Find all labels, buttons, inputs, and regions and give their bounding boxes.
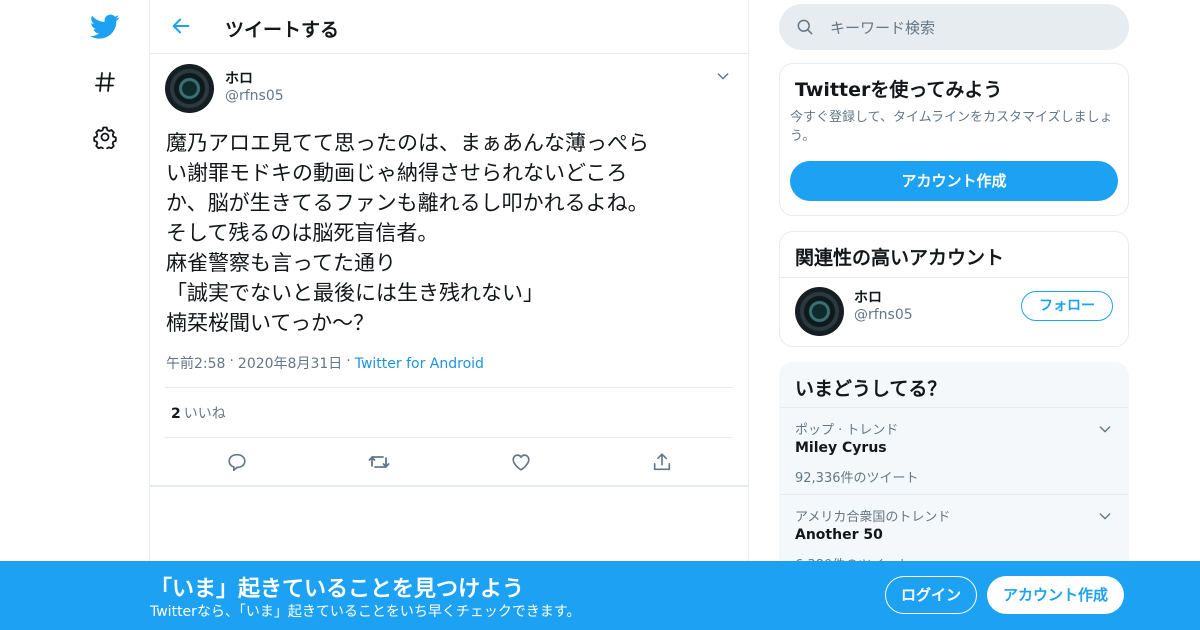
trend-count: 92,336件のツイート [795, 471, 919, 486]
tweet-meta: 午前2:58 · 2020年8月31日 · Twitter for Android [166, 353, 484, 372]
related-account-handle[interactable]: @rfns05 [854, 307, 913, 323]
tweet-actions [150, 438, 748, 486]
author-name[interactable]: ホロ [225, 68, 253, 88]
trend-context: ポップ · トレンド [795, 423, 899, 438]
search-box[interactable]: キーワード検索 [779, 4, 1129, 50]
like-label: いいね [183, 406, 226, 422]
related-account-avatar[interactable] [795, 287, 844, 336]
bottom-bar-subtitle: Twitterなら、「いま」起きていることをいち早くチェックできます。 [150, 604, 581, 620]
trend-item[interactable]: ポップ · トレンド Miley Cyrus 92,336件のツイート [780, 408, 1128, 495]
trend-name: Another 50 [795, 527, 883, 543]
author-handle[interactable]: @rfns05 [225, 88, 284, 104]
create-account-button[interactable]: アカウント作成 [790, 161, 1118, 201]
settings-gear-icon[interactable] [88, 120, 122, 154]
chevron-down-icon[interactable] [1097, 421, 1113, 441]
trend-name: Miley Cyrus [795, 440, 887, 456]
bottom-bar-title: 「いま」起きていることを見つけよう [150, 577, 525, 602]
page-title: ツイートする [225, 19, 340, 41]
tweet-source[interactable]: Twitter for Android [355, 356, 484, 372]
related-account-name[interactable]: ホロ [854, 287, 882, 307]
trend-context: アメリカ合衆国のトレンド [795, 510, 951, 525]
side-nav [0, 0, 150, 630]
search-icon [795, 17, 815, 41]
twitter-bird-icon[interactable] [88, 10, 122, 44]
like-heart-icon[interactable] [509, 450, 533, 474]
main-column: ツイートする ホロ @rfns05 魔乃アロエ見てて思ったのは、まぁあんな薄っぺ… [149, 0, 749, 630]
search-input[interactable]: キーワード検索 [830, 17, 935, 38]
tweet-date[interactable]: 2020年8月31日 [238, 356, 342, 372]
author-avatar[interactable] [165, 64, 214, 113]
trends-title: いまどうしてる？ [795, 378, 947, 400]
login-button[interactable]: ログイン [885, 576, 977, 614]
tweet-time[interactable]: 午前2:58 [166, 356, 225, 372]
chevron-down-icon[interactable] [715, 68, 733, 86]
main-header: ツイートする [150, 0, 748, 54]
like-count: 2 [171, 406, 181, 422]
related-accounts-card: 関連性の高いアカウント ホロ @rfns05 フォロー [779, 231, 1129, 347]
signup-card-title: Twitterを使ってみよう [795, 79, 1003, 101]
signup-card-description: 今すぐ登録して、タイムラインをカスタマイズしましょう。 [790, 110, 1113, 144]
likes-row[interactable]: 2 いいね [165, 387, 733, 438]
hashtag-icon[interactable] [88, 65, 122, 99]
divider [780, 277, 1128, 278]
back-arrow-icon[interactable] [168, 13, 194, 39]
bottom-signup-bar: 「いま」起きていることを見つけよう Twitterなら、「いま」起きていることを… [0, 561, 1200, 630]
retweet-icon[interactable] [367, 450, 391, 474]
signup-card: Twitterを使ってみよう 今すぐ登録して、タイムラインをカスタマイズしましょ… [779, 63, 1129, 216]
tweet-detail: ホロ @rfns05 魔乃アロエ見てて思ったのは、まぁあんな薄っぺら い謝罪モド… [150, 54, 748, 487]
reply-icon[interactable] [225, 450, 249, 474]
related-accounts-title: 関連性の高いアカウント [795, 247, 1005, 269]
tweet-text: 魔乃アロエ見てて思ったのは、まぁあんな薄っぺら い謝罪モドキの動画じゃ納得させら… [166, 131, 649, 335]
follow-button[interactable]: フォロー [1021, 291, 1113, 321]
chevron-down-icon[interactable] [1097, 508, 1113, 528]
share-icon[interactable] [650, 450, 674, 474]
signup-button[interactable]: アカウント作成 [987, 576, 1124, 614]
